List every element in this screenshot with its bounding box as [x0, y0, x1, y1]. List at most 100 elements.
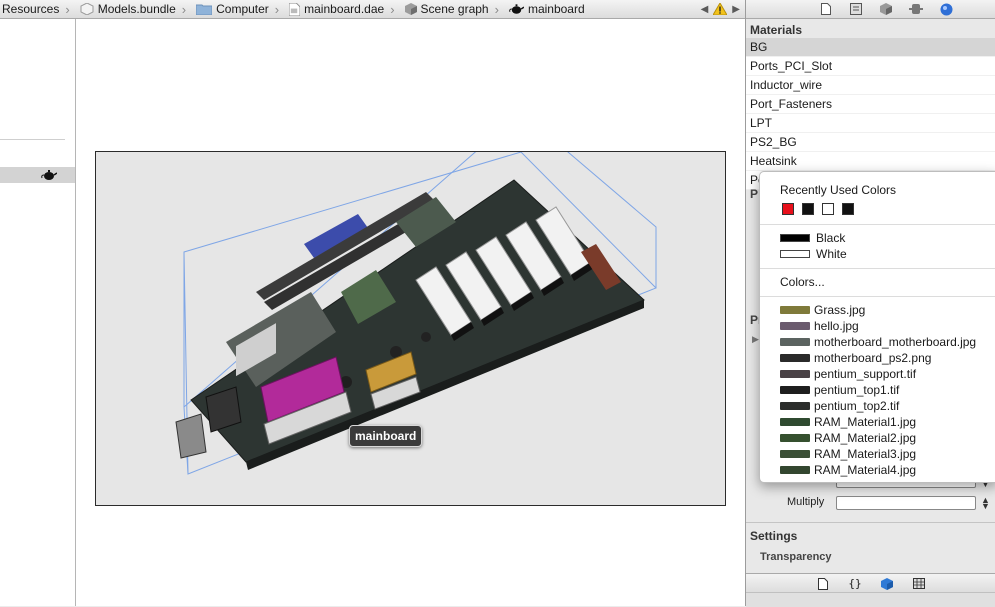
- texture-label: pentium_top1.tif: [814, 383, 900, 397]
- texture-label: RAM_Material2.jpg: [814, 431, 917, 445]
- material-item[interactable]: Ports_PCI_Slot: [746, 57, 995, 76]
- settings-divider: [746, 522, 995, 523]
- crumb-resources[interactable]: Resources: [0, 0, 61, 18]
- crumb-separator-icon: ›: [390, 1, 395, 17]
- recent-color-swatch[interactable]: [802, 203, 814, 215]
- texture-item[interactable]: pentium_support.tif: [780, 366, 916, 382]
- scene-viewport[interactable]: mainboard: [95, 151, 726, 506]
- texture-item[interactable]: RAM_Material3.jpg: [780, 446, 916, 462]
- texture-thumbnail: [780, 466, 810, 474]
- material-item[interactable]: Port_Fasteners: [746, 95, 995, 114]
- multiply-stepper-icon[interactable]: ▲ ▼: [981, 496, 990, 511]
- crumb-mainboard[interactable]: mainboard: [501, 0, 587, 18]
- jump-bar-controls: ◀ ▶: [700, 0, 745, 18]
- texture-label: pentium_top2.tif: [814, 399, 900, 413]
- crumb-scene-graph[interactable]: Scene graph: [397, 0, 491, 18]
- materials-list: BG Ports_PCI_Slot Inductor_wire Port_Fas…: [746, 38, 995, 190]
- texture-label: pentium_support.tif: [814, 367, 917, 381]
- crumb-separator-icon: ›: [494, 1, 499, 17]
- multiply-label: Multiply: [787, 496, 825, 508]
- recent-color-swatch[interactable]: [782, 203, 794, 215]
- disclosure-triangle-icon[interactable]: ▶: [752, 334, 759, 345]
- motherboard-model[interactable]: [96, 152, 725, 505]
- jump-bar: Resources › Models.bundle › Computer › m…: [0, 0, 745, 19]
- crumb-models-bundle[interactable]: Models.bundle: [72, 0, 178, 18]
- texture-item[interactable]: pentium_top2.tif: [780, 398, 899, 414]
- settings-header: Settings: [750, 529, 798, 543]
- material-item[interactable]: LPT: [746, 114, 995, 133]
- texture-item[interactable]: RAM_Material2.jpg: [780, 430, 916, 446]
- texture-item[interactable]: pentium_top1.tif: [780, 382, 899, 398]
- attributes-inspector-icon[interactable]: [908, 2, 924, 16]
- texture-label: RAM_Material1.jpg: [814, 415, 917, 429]
- code-snippet-library-icon[interactable]: {}: [847, 577, 863, 591]
- colors-panel-item[interactable]: Colors...: [780, 274, 825, 290]
- material-item[interactable]: Heatsink: [746, 152, 995, 171]
- warning-icon[interactable]: [713, 3, 728, 15]
- crumb-separator-icon: ›: [65, 1, 70, 17]
- texture-label: motherboard_motherboard.jpg: [814, 335, 977, 349]
- texture-thumbnail: [780, 402, 810, 410]
- crumb-mainboard-label: mainboard: [527, 2, 585, 16]
- color-swatch: [780, 234, 810, 242]
- texture-item[interactable]: RAM_Material1.jpg: [780, 414, 916, 430]
- material-inspector-icon[interactable]: [938, 2, 954, 16]
- crumb-mainboard-dae[interactable]: mainboard.dae: [281, 0, 386, 18]
- object-library-icon[interactable]: [879, 577, 895, 591]
- navigator-pane: [0, 19, 76, 606]
- texture-thumbnail: [780, 434, 810, 442]
- multiply-color-well[interactable]: [836, 496, 976, 510]
- next-issue-icon[interactable]: ▶: [732, 4, 740, 15]
- crumb-computer[interactable]: Computer: [188, 0, 271, 18]
- texture-thumbnail: [780, 322, 810, 330]
- texture-item[interactable]: hello.jpg: [780, 318, 859, 334]
- color-black-item[interactable]: Black: [780, 230, 845, 246]
- inspector-tabs: [746, 0, 995, 19]
- recent-color-swatch[interactable]: [842, 203, 854, 215]
- texture-item[interactable]: Grass.jpg: [780, 302, 865, 318]
- texture-label: RAM_Material3.jpg: [814, 447, 917, 461]
- texture-thumbnail: [780, 386, 810, 394]
- color-black-label: Black: [816, 231, 846, 245]
- bundle-icon: [80, 3, 94, 15]
- crumb-scene-graph-label: Scene graph: [420, 2, 489, 16]
- color-picker-menu: Recently Used Colors Black White Colors.…: [759, 171, 995, 483]
- file-inspector-icon[interactable]: [818, 2, 834, 16]
- texture-label: hello.jpg: [814, 319, 859, 333]
- texture-item[interactable]: RAM_Material4.jpg: [780, 462, 916, 478]
- texture-thumbnail: [780, 306, 810, 314]
- texture-item[interactable]: motherboard_ps2.png: [780, 350, 931, 366]
- menu-separator: [760, 296, 995, 297]
- recent-color-swatch[interactable]: [822, 203, 834, 215]
- previous-issue-icon[interactable]: ◀: [701, 4, 709, 15]
- navigator-divider: [0, 139, 65, 140]
- file-template-library-icon[interactable]: [815, 577, 831, 591]
- texture-label: motherboard_ps2.png: [814, 351, 932, 365]
- folder-icon: [196, 4, 213, 15]
- crumb-computer-label: Computer: [216, 2, 269, 16]
- menu-separator: [760, 224, 995, 225]
- texture-label: RAM_Material4.jpg: [814, 463, 917, 477]
- quick-help-icon[interactable]: [848, 2, 864, 16]
- material-item[interactable]: BG: [746, 38, 995, 57]
- crumb-separator-icon: ›: [181, 1, 187, 17]
- texture-thumbnail: [780, 418, 810, 426]
- crumb-resources-label: Resources: [2, 2, 60, 16]
- color-white-label: White: [816, 247, 847, 261]
- material-item[interactable]: PS2_BG: [746, 133, 995, 152]
- teapot-icon: [41, 170, 57, 180]
- color-swatch: [780, 250, 810, 258]
- texture-item[interactable]: motherboard_motherboard.jpg: [780, 334, 976, 350]
- color-white-item[interactable]: White: [780, 246, 847, 262]
- transparency-label: Transparency: [760, 551, 832, 563]
- media-library-icon[interactable]: [911, 577, 927, 591]
- navigator-selected-row[interactable]: [0, 167, 75, 183]
- texture-thumbnail: [780, 370, 810, 378]
- node-name-label: mainboard: [349, 425, 423, 447]
- texture-thumbnail: [780, 338, 810, 346]
- dae-file-icon: [289, 2, 301, 16]
- material-item[interactable]: Inductor_wire: [746, 76, 995, 95]
- menu-separator: [760, 268, 995, 269]
- node-inspector-icon[interactable]: [878, 2, 894, 16]
- cube-icon: [404, 3, 417, 15]
